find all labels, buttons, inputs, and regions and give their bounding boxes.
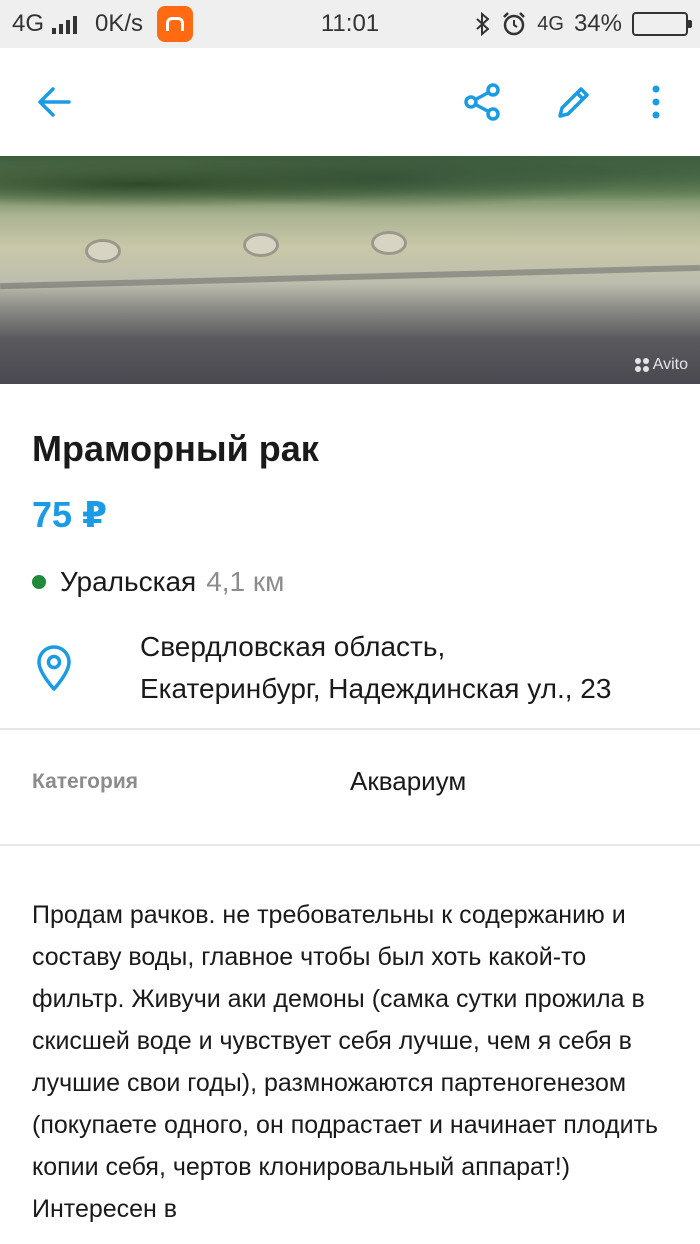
listing-description: Продам рачков. не требовательны к содерж… [32,901,659,1223]
pencil-icon [558,87,589,118]
network-speed: 0K/s [95,10,144,37]
more-button[interactable] [626,72,686,132]
category-value: Аквариум [350,766,467,796]
metro-info: Уральская 4,1 км [32,562,284,602]
avito-logo-icon [634,358,649,372]
photo-plants [0,156,700,226]
status-bar: 4G 0K/s 11:01 4G 34% [0,0,700,48]
photo-band [0,264,700,290]
photo-detail [374,234,404,252]
arrow-left-icon [38,87,71,117]
address-line-1: Свердловская область, [140,631,446,662]
address-line-2: Екатеринбург, Надеждинская ул., 23 [140,673,612,704]
signal-icon [52,14,78,34]
listing-price: 75 ₽ [32,494,108,535]
listing-address[interactable]: Свердловская область, Екатеринбург, Наде… [140,626,690,710]
status-bar-left: 4G 0K/s [12,0,194,48]
category-label: Категория [32,770,139,793]
watermark-text: Avito [652,356,688,373]
alarm-icon [503,12,526,36]
divider [0,844,700,846]
toolbar [0,48,700,156]
avito-watermark: Avito [634,356,688,374]
share-button[interactable] [452,72,512,132]
status-bar-right: 4G 34% [475,0,692,48]
battery-icon [632,12,692,36]
listing-title: Мраморный рак [32,428,319,469]
share-icon [464,83,500,121]
battery-percent: 34% [573,10,622,37]
divider [0,728,700,730]
more-vertical-icon [652,85,660,119]
edit-button[interactable] [544,72,604,132]
mi-app-icon [157,6,194,42]
photo-detail [88,242,118,260]
listing-photo[interactable]: Avito [0,156,700,384]
network-type-right: 4G [537,12,564,35]
network-type: 4G [12,10,45,37]
clock: 11:01 [320,10,380,37]
metro-station: Уральская [60,566,197,597]
metro-line-icon [32,575,46,589]
photo-detail [246,236,276,254]
bluetooth-icon [476,12,490,36]
map-pin-icon [37,645,71,691]
metro-distance: 4,1 км [206,566,285,597]
back-button[interactable] [24,72,84,132]
